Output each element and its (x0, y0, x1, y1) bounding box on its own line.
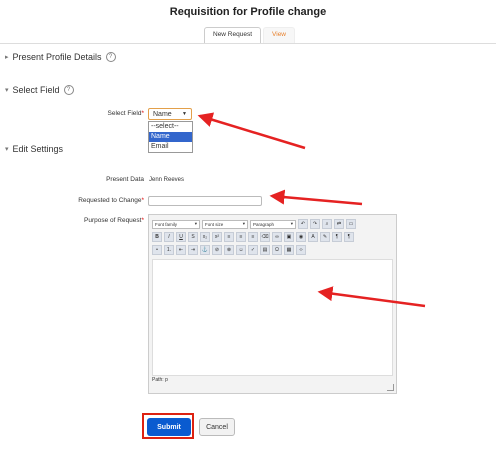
annotation-arrows (197, 112, 426, 308)
arrow-select-field (197, 112, 306, 150)
arrow-requested-change (269, 189, 363, 206)
arrow-editor (317, 286, 426, 308)
